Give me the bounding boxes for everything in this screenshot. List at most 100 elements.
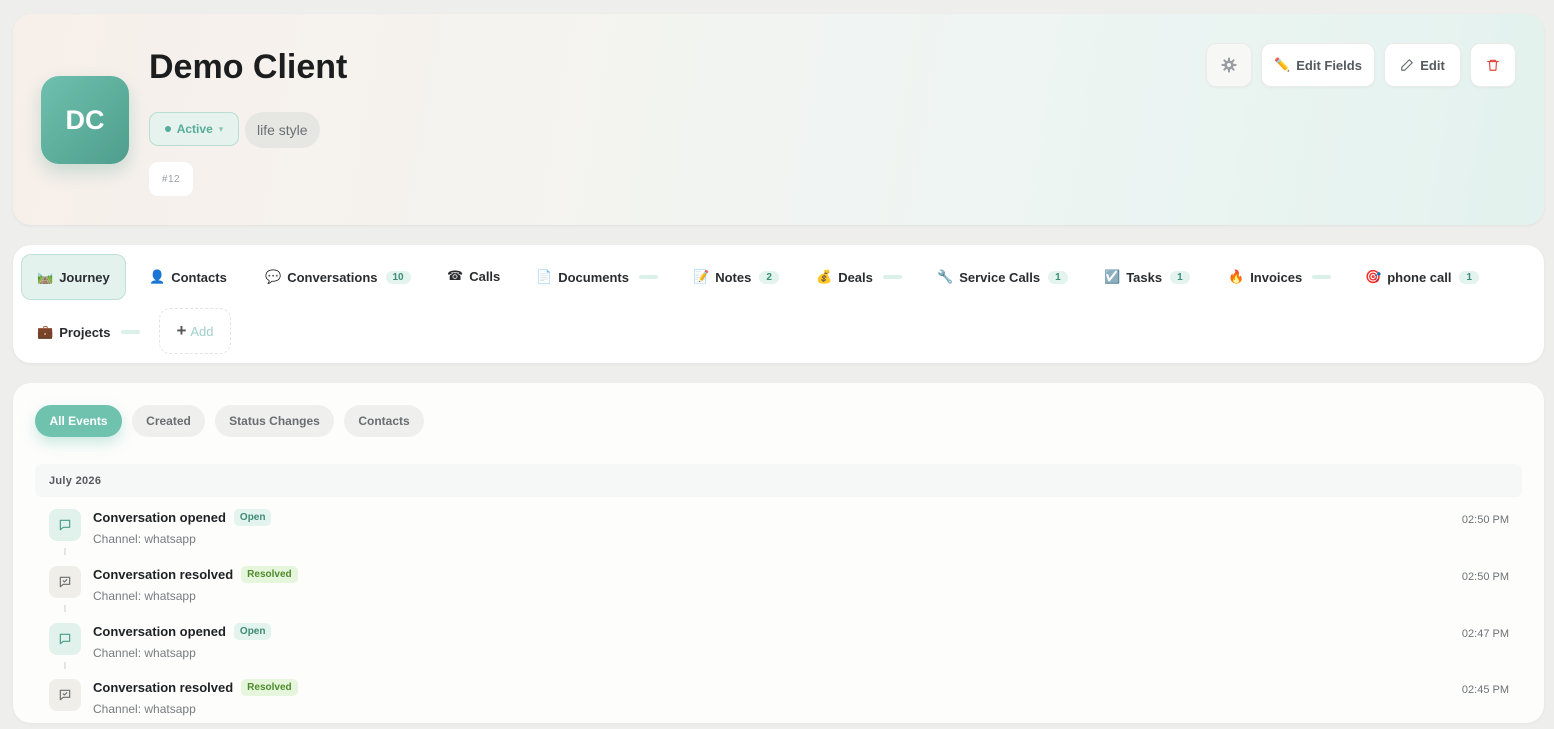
tab-contacts[interactable]: 👤 Contacts [149,254,227,300]
tab-deals[interactable]: 💰 Deals [816,254,902,300]
event-title-row: Conversation resolved Resolved [93,566,298,583]
edit-label: Edit [1420,57,1445,73]
tab-label: Tasks [1126,269,1163,285]
client-header: DC Demo Client Active ▾ life style #12 ✏… [13,14,1544,225]
tab-label: Documents [558,269,629,285]
tab-journey[interactable]: 🛤️ Journey [21,254,126,300]
filter-all-events[interactable]: All Events [35,405,122,437]
status-badge: Open [233,509,272,526]
event-title: Conversation opened [93,624,226,639]
document-icon: 📄 [536,269,553,284]
timeline-event[interactable]: Conversation resolved Resolved Channel: … [49,679,1509,729]
tab-label: Conversations [287,269,378,285]
tab-label: Journey [59,269,110,285]
tab-projects[interactable]: 💼 Projects [37,309,140,355]
money-bag-icon: 💰 [816,269,833,284]
plus-icon: + [176,321,187,340]
status-badge: Resolved [241,566,298,583]
event-time: 02:47 PM [1461,628,1509,640]
timeline-event[interactable]: Conversation opened Open Channel: whatsa… [49,509,1509,559]
event-time: 02:45 PM [1461,684,1509,696]
filter-status-changes[interactable]: Status Changes [215,405,334,437]
tab-label: Calls [469,268,501,284]
tab-count-badge: 1 [1170,270,1190,284]
edit-fields-label: Edit Fields [1296,57,1362,73]
tab-bar: 🛤️ Journey 👤 Contacts 💬 Conversations 10… [13,245,1544,363]
settings-button[interactable] [1206,43,1252,87]
checkbox-icon: ☑️ [1104,269,1121,284]
month-header: July 2026 [35,464,1522,497]
tab-count-badge: 1 [1048,270,1068,284]
edit-button[interactable]: Edit [1384,43,1461,87]
fire-icon: 🔥 [1228,269,1245,284]
chat-check-icon [49,679,81,711]
event-channel: Channel: whatsapp [93,589,196,603]
event-title-row: Conversation opened Open [93,509,272,526]
tab-label: Invoices [1250,269,1303,285]
timeline-event[interactable]: Conversation resolved Resolved Channel: … [49,566,1509,616]
trash-icon [1487,59,1499,71]
add-tab-label: Add [190,323,214,339]
filter-created[interactable]: Created [132,405,205,437]
tab-count-badge: 1 [1459,270,1480,284]
tab-count-badge: 2 [759,270,779,284]
event-channel: Channel: whatsapp [93,646,196,660]
tab-count-placeholder [638,275,658,279]
tab-label: Contacts [171,269,227,285]
chat-icon [49,509,81,541]
gear-icon [1221,57,1237,73]
event-title: Conversation opened [93,510,226,525]
timeline-connector [64,605,66,612]
timeline-connector [64,548,66,555]
status-badge: Resolved [241,679,298,696]
client-tag: life style [245,112,320,148]
event-time: 02:50 PM [1461,514,1509,526]
event-time: 02:50 PM [1461,571,1509,583]
tab-label: Projects [59,324,111,340]
edit-fields-button[interactable]: ✏️ Edit Fields [1261,43,1375,87]
tab-calls[interactable]: ☎ Calls [447,253,500,299]
pencil-icon: ✏️ [1274,57,1291,72]
page-title: Demo Client [149,48,348,86]
chevron-down-icon: ▾ [218,123,224,134]
tab-invoices[interactable]: 🔥 Invoices [1228,254,1332,300]
timeline-connector [64,662,66,669]
memo-icon: 📝 [693,269,710,284]
add-tab-button[interactable]: + Add [159,308,231,354]
status-dot-icon [164,126,171,132]
tab-service-calls[interactable]: 🔧 Service Calls 1 [937,254,1068,300]
tab-tasks[interactable]: ☑️ Tasks 1 [1104,254,1190,300]
tab-count-placeholder [882,275,902,279]
journey-icon: 🛤️ [37,269,54,284]
event-title: Conversation resolved [93,567,234,582]
tab-count-placeholder [1312,275,1332,279]
event-title-row: Conversation resolved Resolved [93,679,298,696]
speech-bubble-icon: 💬 [265,269,282,284]
timeline-event[interactable]: Conversation opened Open Channel: whatsa… [49,623,1509,673]
status-badge: Open [233,623,272,640]
tab-count-placeholder [120,330,140,334]
edit-icon [1401,59,1414,71]
tab-label: Service Calls [959,269,1041,285]
target-icon: 🎯 [1365,269,1382,284]
event-channel: Channel: whatsapp [93,702,196,716]
tab-label: Deals [838,269,873,285]
chat-check-icon [49,566,81,598]
tab-documents[interactable]: 📄 Documents [536,254,658,300]
client-id-badge: #12 [149,162,193,196]
status-label: Active [176,122,213,136]
tab-count-badge: 10 [385,270,411,284]
filter-contacts[interactable]: Contacts [344,405,424,437]
event-channel: Channel: whatsapp [93,532,196,546]
journey-timeline: All Events Created Status Changes Contac… [13,383,1544,723]
event-title-row: Conversation opened Open [93,623,272,640]
tab-notes[interactable]: 📝 Notes 2 [693,254,779,300]
person-icon: 👤 [149,269,166,284]
tab-label: Notes [715,269,752,285]
tab-conversations[interactable]: 💬 Conversations 10 [265,254,411,300]
delete-button[interactable] [1470,43,1516,87]
status-dropdown[interactable]: Active ▾ [149,112,239,146]
phone-icon: ☎ [447,268,464,283]
event-title: Conversation resolved [93,680,234,695]
tab-phone-call[interactable]: 🎯 phone call 1 [1365,254,1480,300]
